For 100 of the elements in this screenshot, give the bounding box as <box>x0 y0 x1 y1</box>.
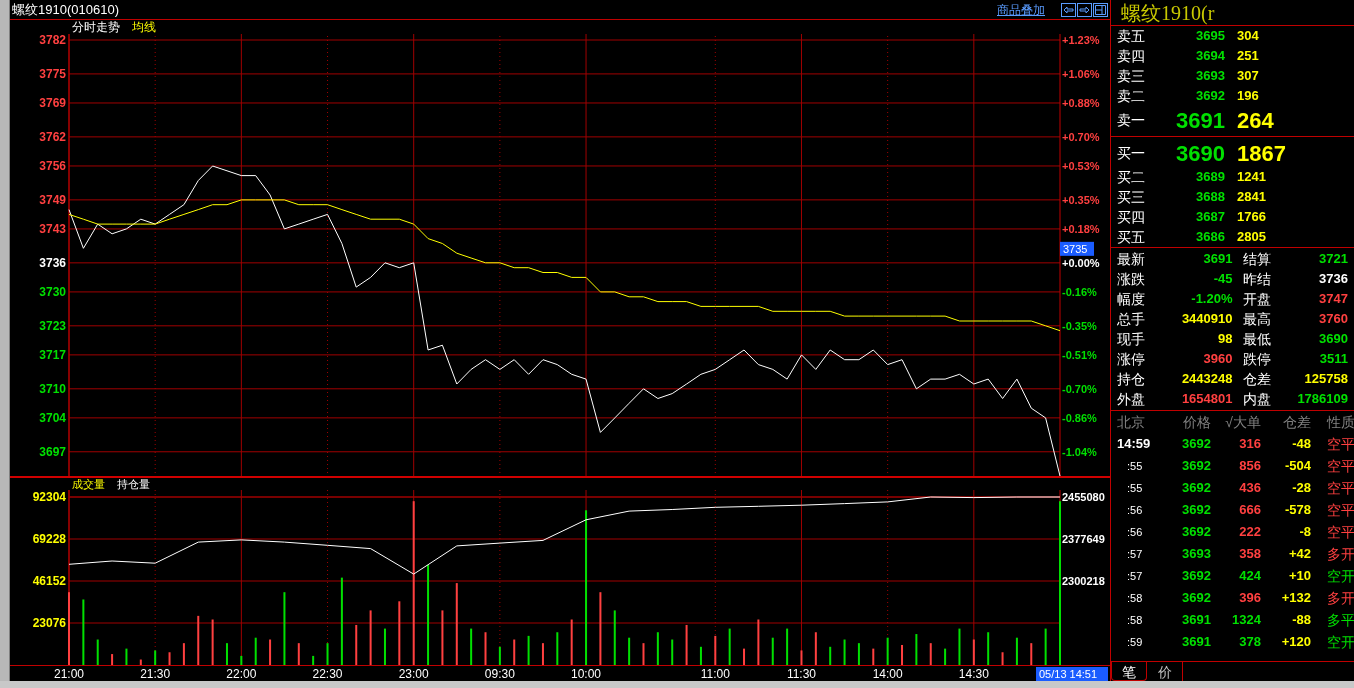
order-price: 3687 <box>1195 208 1225 227</box>
overlay-link[interactable]: 商品叠加 <box>997 0 1045 19</box>
order-volume: 304 <box>1236 27 1259 46</box>
tick-time: :59 <box>1126 634 1144 650</box>
stat-label: 跌停 <box>1242 349 1271 369</box>
stat-label: 最高 <box>1242 309 1271 329</box>
stat-value: 3960 <box>1202 350 1233 369</box>
order-volume: 251 <box>1236 47 1259 66</box>
percent-label: -0.16% <box>1062 285 1097 298</box>
stat-label: 涨跌 <box>1117 269 1145 289</box>
order-volume: 1867 <box>1236 139 1286 168</box>
stat-label: 外盘 <box>1117 389 1145 409</box>
order-level-label: 买一 <box>1116 143 1146 163</box>
order-level-label: 买二 <box>1116 167 1146 187</box>
stat-value: 3747 <box>1318 290 1348 309</box>
tick-oi-change: -28 <box>1291 479 1311 498</box>
chart-title: 螺纹1910(010610) <box>12 0 119 19</box>
time-label: 10:00 <box>571 667 602 681</box>
tick-time: 14:59 <box>1117 435 1152 454</box>
order-price: 3691 <box>1175 106 1225 135</box>
axis-label: 92304 <box>32 490 66 504</box>
tick-oi-change: -88 <box>1291 611 1311 630</box>
column-header: 仓差 <box>1282 412 1311 432</box>
stat-value: 3440910 <box>1180 310 1233 329</box>
tick-price: 3692 <box>1181 479 1211 498</box>
order-volume: 1241 <box>1236 168 1266 187</box>
stat-value: 1654801 <box>1180 390 1233 409</box>
axis-label: 3730 <box>39 284 66 299</box>
stat-label: 幅度 <box>1117 289 1145 309</box>
axis-label: 3743 <box>39 221 66 236</box>
tick-oi-change: +42 <box>1287 545 1311 564</box>
time-label: 14:30 <box>958 667 989 681</box>
tab[interactable]: 笔 <box>1111 662 1147 681</box>
axis-label: 2377649 <box>1062 533 1105 545</box>
stat-value: -45 <box>1212 270 1233 289</box>
tick-nature: 空平 <box>1326 456 1354 476</box>
percent-label: +0.00% <box>1062 256 1100 269</box>
tick-volume: 424 <box>1238 567 1261 586</box>
order-price: 3689 <box>1195 168 1225 187</box>
stat-label: 昨结 <box>1242 269 1271 289</box>
axis-label: 3756 <box>39 158 66 173</box>
axis-label: 3782 <box>39 34 66 47</box>
order-price: 3688 <box>1195 188 1225 207</box>
panel-icon <box>1095 4 1106 15</box>
tick-time: :56 <box>1126 524 1144 540</box>
tick-volume: 358 <box>1238 545 1261 564</box>
scroll-right-button[interactable] <box>1077 2 1092 17</box>
percent-label: +1.06% <box>1062 67 1100 80</box>
price-cursor-label: 3735 <box>1060 241 1094 256</box>
tick-volume: 1324 <box>1231 611 1261 630</box>
tick-nature: 空平 <box>1326 500 1354 520</box>
stat-label: 最低 <box>1242 329 1271 349</box>
order-price: 3695 <box>1195 27 1225 46</box>
time-label: 09:30 <box>484 667 515 681</box>
axis-label: 3697 <box>39 444 66 459</box>
tick-oi-change: -578 <box>1283 501 1311 520</box>
legend-label: 分时走势 <box>72 20 120 34</box>
tick-oi-change: +132 <box>1280 589 1311 608</box>
stat-value: 125758 <box>1303 370 1348 389</box>
percent-label: +0.88% <box>1062 97 1100 109</box>
axis-label: 3717 <box>39 347 66 362</box>
order-price: 3686 <box>1195 228 1225 247</box>
axis-label: 3762 <box>39 129 66 144</box>
stat-value: 3690 <box>1318 330 1348 349</box>
tick-price: 3692 <box>1181 589 1211 608</box>
time-label: 14:00 <box>872 667 903 681</box>
tick-time: :58 <box>1126 612 1144 628</box>
column-header: √大单 <box>1224 412 1261 432</box>
tick-volume: 396 <box>1238 589 1261 608</box>
column-header: 价格 <box>1182 412 1211 432</box>
order-price: 3694 <box>1195 47 1225 66</box>
tick-time: :57 <box>1126 568 1144 584</box>
scroll-left-button[interactable] <box>1061 2 1076 17</box>
order-level-label: 卖一 <box>1116 110 1146 130</box>
tick-nature: 空平 <box>1326 478 1354 498</box>
axis-label: 2300218 <box>1062 575 1105 587</box>
left-arrow-icon <box>1063 5 1074 14</box>
percent-label: +0.35% <box>1062 193 1100 206</box>
axis-label: 3704 <box>39 410 66 425</box>
stat-label: 涨停 <box>1117 349 1145 369</box>
order-volume: 307 <box>1236 67 1259 86</box>
tick-time: :56 <box>1126 502 1144 518</box>
axis-label: 3723 <box>39 318 66 333</box>
tick-price: 3693 <box>1181 545 1211 564</box>
layout-button[interactable] <box>1093 2 1108 17</box>
stat-label: 持仓 <box>1117 369 1145 389</box>
legend-label: 成交量 <box>72 479 105 489</box>
tick-volume: 222 <box>1238 523 1261 542</box>
tick-time: :58 <box>1126 590 1144 606</box>
stat-value: 3760 <box>1318 310 1348 329</box>
time-label: 11:30 <box>786 667 817 681</box>
order-volume: 2841 <box>1236 188 1266 207</box>
column-header: 性质 <box>1325 412 1354 432</box>
tick-nature: 多开 <box>1326 588 1354 608</box>
order-volume: 2805 <box>1236 228 1266 247</box>
tick-nature: 空开 <box>1326 632 1354 652</box>
axis-label: 3749 <box>39 192 66 207</box>
time-label: 21:30 <box>140 667 171 681</box>
time-label: 22:00 <box>226 667 257 681</box>
tick-nature: 多开 <box>1326 544 1354 564</box>
